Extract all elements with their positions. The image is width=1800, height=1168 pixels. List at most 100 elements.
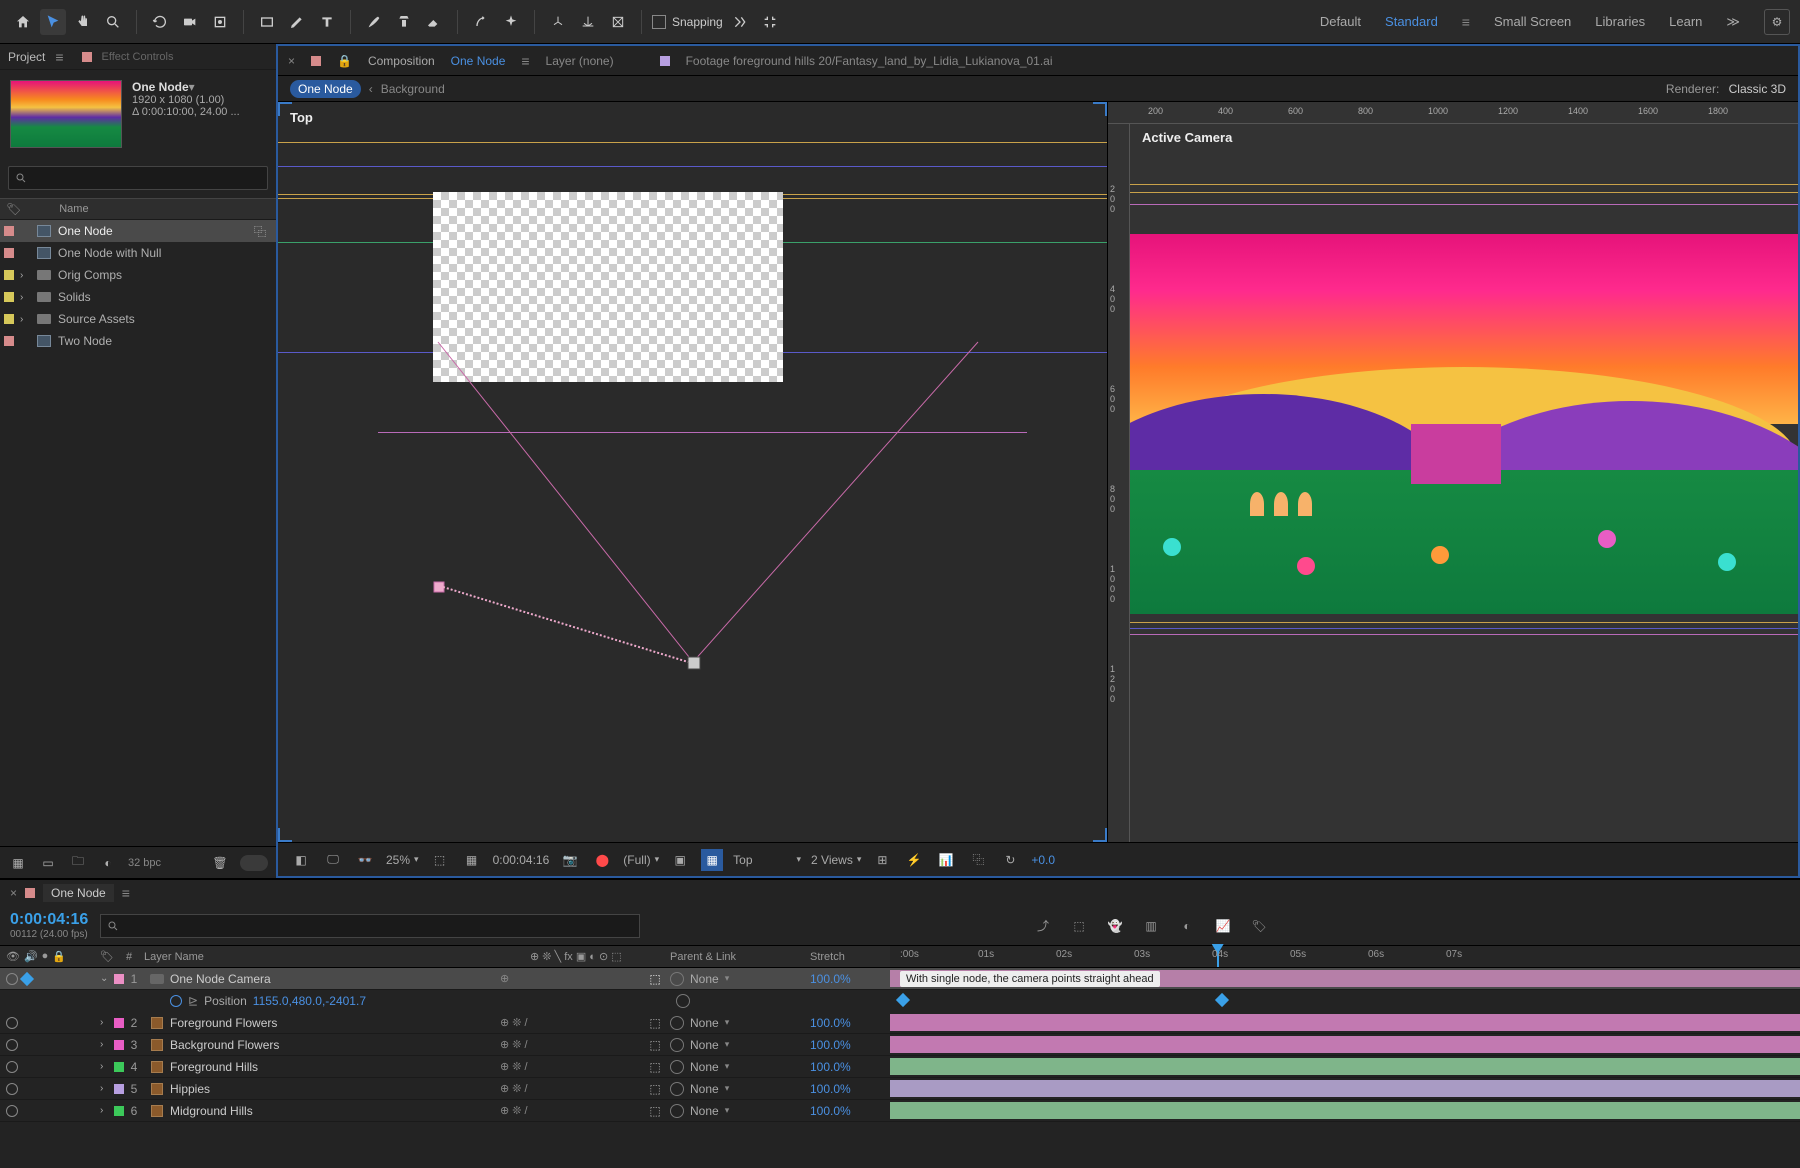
visibility-toggle-icon[interactable] [6, 973, 18, 985]
rectangle-tool-icon[interactable] [254, 9, 280, 35]
layer-duration-bar[interactable] [890, 1102, 1800, 1119]
name-column-header[interactable]: Name [59, 203, 88, 215]
close-tab-icon[interactable]: × [288, 54, 295, 68]
brush-tool-icon[interactable] [361, 9, 387, 35]
graph-toggle-icon[interactable]: ⊵ [188, 994, 198, 1008]
comp-thumbnail[interactable] [10, 80, 122, 148]
project-item[interactable]: › Source Assets [0, 308, 276, 330]
timeline-tab-menu-icon[interactable]: ≡ [122, 885, 130, 901]
color-depth-icon[interactable]: ◐ [98, 853, 118, 873]
layer-name[interactable]: One Node Camera [170, 972, 500, 986]
footage-tab[interactable]: Footage foreground hills 20/Fantasy_land… [686, 54, 1053, 68]
keyframe-nav-diamond-icon[interactable] [20, 971, 34, 985]
parent-dropdown[interactable]: None [690, 1016, 719, 1030]
parent-dropdown[interactable]: None [690, 1038, 719, 1052]
project-search-input[interactable] [8, 166, 268, 190]
pan-behind-tool-icon[interactable] [207, 9, 233, 35]
visibility-toggle-icon[interactable] [6, 1017, 18, 1029]
comp-mini-flowchart-icon[interactable]: ⤴ [1032, 915, 1054, 937]
layername-column-header[interactable]: Layer Name [144, 951, 530, 963]
pickwhip-icon[interactable] [670, 1038, 684, 1052]
twirl-icon[interactable]: › [20, 270, 30, 281]
chevron-left-icon[interactable]: ‹ [369, 82, 373, 96]
snap-edge-icon[interactable] [727, 9, 753, 35]
motion-blur-icon[interactable]: ◐ [1176, 915, 1198, 937]
resolution-dropdown[interactable]: (Full) ▾ [623, 853, 659, 867]
project-item[interactable]: › Orig Comps [0, 264, 276, 286]
layer-twirl-icon[interactable]: ⌄ [100, 973, 114, 984]
stretch-value[interactable]: 100.0% [810, 1016, 890, 1030]
layer-color-swatch[interactable] [114, 1062, 124, 1072]
label-color-swatch[interactable] [4, 314, 14, 324]
mask-toggle-icon[interactable]: ▦ [701, 849, 723, 871]
hand-tool-icon[interactable] [70, 9, 96, 35]
workspace-default[interactable]: Default [1320, 14, 1361, 29]
label-color-swatch[interactable] [4, 248, 14, 258]
3d-cube-icon[interactable]: ⬚ [640, 1060, 670, 1074]
layer-switches[interactable]: ⊕ ❊ / [500, 1038, 640, 1051]
roi-icon[interactable]: ⬚ [429, 849, 451, 871]
viewer-top-view[interactable]: Top [278, 102, 1108, 842]
3d-cube-icon[interactable]: ⬚ [640, 1104, 670, 1118]
renderer-dropdown[interactable]: Classic 3D [1729, 82, 1786, 96]
workspace-standard[interactable]: Standard [1385, 14, 1438, 29]
pickwhip-icon[interactable] [670, 1104, 684, 1118]
bpc-label[interactable]: 32 bpc [128, 857, 161, 869]
breadcrumb-prev[interactable]: Background [381, 82, 445, 96]
twirl-icon[interactable]: › [20, 292, 30, 303]
layer-switches[interactable]: ⊕ ❊ / [500, 1082, 640, 1095]
timeline-icon[interactable]: 📊 [935, 849, 957, 871]
layer-duration-bar[interactable] [890, 1058, 1800, 1075]
pickwhip-icon[interactable] [670, 1082, 684, 1096]
workspace-overflow-icon[interactable]: ≫ [1726, 14, 1740, 30]
viewer-time-display[interactable]: 0:00:04:16 [493, 853, 550, 867]
3d-cube-icon[interactable]: ⬚ [640, 972, 670, 986]
label-color-swatch[interactable] [4, 336, 14, 346]
timeline-layer-row[interactable]: › 3 Background Flowers ⊕ ❊ / ⬚ None ▾ 10… [0, 1034, 1800, 1056]
workspace-libraries[interactable]: Libraries [1595, 14, 1645, 29]
layer-tab[interactable]: Layer (none) [546, 54, 614, 68]
graph-editor-icon[interactable]: 📈 [1212, 915, 1234, 937]
parent-dropdown[interactable]: None [690, 1060, 719, 1074]
shy-layers-icon[interactable]: 👻 [1104, 915, 1126, 937]
timeline-layer-row[interactable]: › 5 Hippies ⊕ ❊ / ⬚ None ▾ 100.0% [0, 1078, 1800, 1100]
layer-name[interactable]: Background Flowers [170, 1038, 500, 1052]
roto-tool-icon[interactable] [468, 9, 494, 35]
visibility-toggle-icon[interactable] [6, 1105, 18, 1117]
exposure-value[interactable]: +0.0 [1031, 853, 1055, 867]
axis-local-icon[interactable] [545, 9, 571, 35]
flowchart-mini-icon[interactable]: ⿻ [254, 223, 266, 240]
trash-icon[interactable]: 🗑 [210, 853, 230, 873]
property-pickwhip-icon[interactable] [676, 994, 690, 1008]
puppet-tool-icon[interactable] [498, 9, 524, 35]
clone-tool-icon[interactable] [391, 9, 417, 35]
view-count-dropdown[interactable]: 2 Views ▾ [811, 853, 861, 867]
transparency-grid-icon[interactable]: ▦ [461, 849, 483, 871]
timeline-search-input[interactable] [100, 914, 640, 938]
stretch-value[interactable]: 100.0% [810, 1060, 890, 1074]
parent-dropdown[interactable]: None [690, 1104, 719, 1118]
stretch-column-header[interactable]: Stretch [810, 951, 890, 963]
home-icon[interactable] [10, 9, 36, 35]
orbit-tool-icon[interactable] [147, 9, 173, 35]
layer-name[interactable]: Hippies [170, 1082, 500, 1096]
toggle-switch[interactable] [240, 855, 268, 871]
channel-icon[interactable]: ⬤ [591, 849, 613, 871]
layer-twirl-icon[interactable]: › [100, 1039, 114, 1050]
workspace-learn[interactable]: Learn [1669, 14, 1702, 29]
layer-color-swatch[interactable] [114, 1106, 124, 1116]
visibility-toggle-icon[interactable] [6, 1061, 18, 1073]
comp-tab-name[interactable]: One Node [451, 54, 506, 68]
pickwhip-icon[interactable] [670, 1016, 684, 1030]
close-timeline-tab-icon[interactable]: × [10, 886, 17, 900]
layer-duration-bar[interactable] [890, 1080, 1800, 1097]
new-folder-icon[interactable]: 🗀 [68, 853, 88, 873]
video-col-icon[interactable]: 👁 [6, 950, 20, 963]
project-item[interactable]: › Solids [0, 286, 276, 308]
project-item[interactable]: One Node ⿻ [0, 220, 276, 242]
project-item[interactable]: One Node with Null [0, 242, 276, 264]
alpha-icon[interactable]: ◧ [290, 849, 312, 871]
project-tab[interactable]: Project [8, 50, 45, 64]
layer-twirl-icon[interactable]: › [100, 1105, 114, 1116]
comp-tab-menu-icon[interactable]: ≡ [521, 53, 529, 69]
